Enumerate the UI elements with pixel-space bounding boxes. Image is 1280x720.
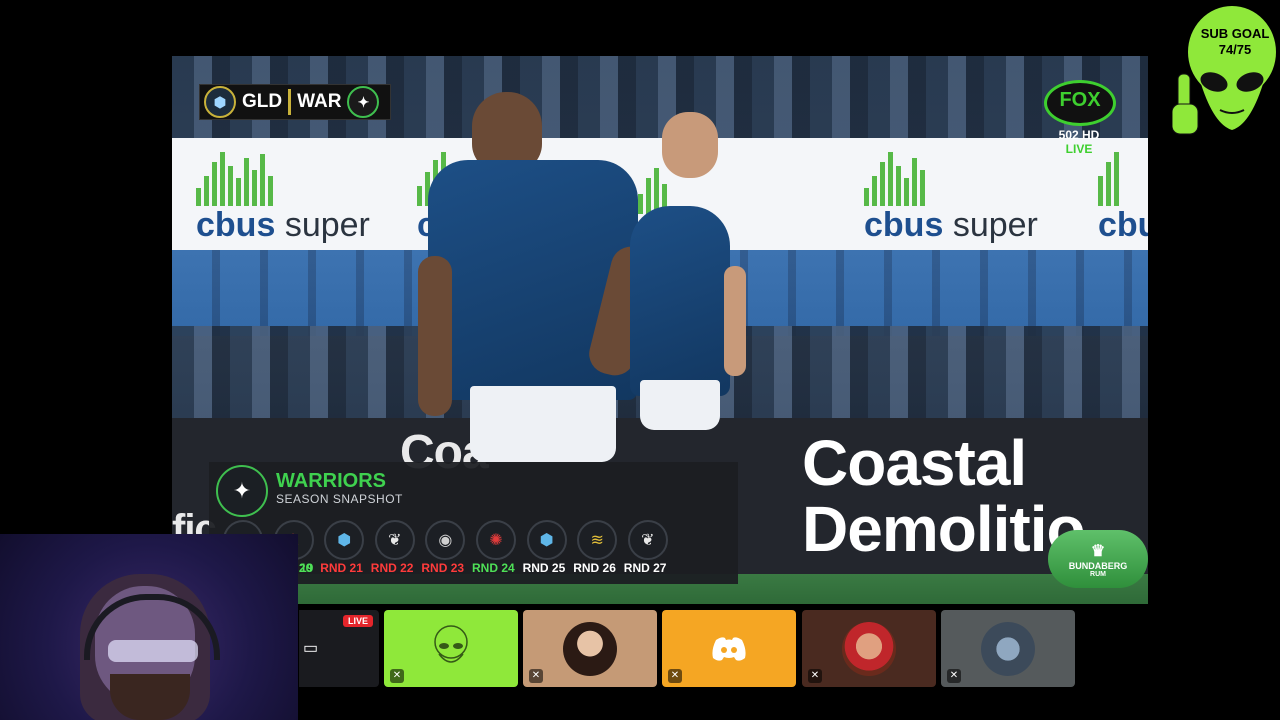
- player-2-head: [662, 112, 718, 178]
- dragon-icon: ✺: [476, 520, 516, 560]
- broadcaster-bug: FOX 502 HD LIVE: [1044, 80, 1116, 156]
- glasses-icon: [108, 640, 198, 662]
- away-team-code: WAR: [297, 91, 342, 112]
- fox-logo: FOX: [1044, 80, 1116, 126]
- round-label: RND 22: [370, 561, 414, 575]
- sub-goal-label: SUB GOAL: [1200, 26, 1270, 41]
- round-label: RND 21: [320, 561, 363, 575]
- participant-tile-1[interactable]: ✕: [523, 610, 657, 687]
- sub-goal-text: SUB GOAL 74/75: [1192, 26, 1278, 58]
- alien-tile[interactable]: ✕: [384, 610, 518, 687]
- cbus-logo-1: cbus super: [196, 152, 370, 245]
- sponsor-bug-sub: RUM: [1090, 570, 1106, 578]
- live-label: LIVE: [1065, 142, 1093, 156]
- round-label: RND 26: [573, 561, 616, 575]
- mic-off-icon[interactable]: ✕: [390, 669, 404, 683]
- discord-tile[interactable]: ✕: [662, 610, 796, 687]
- score-bug: ⬢ GLD WAR ✦: [199, 84, 391, 120]
- discord-icon: [712, 637, 746, 661]
- eel-icon: ≋: [577, 520, 618, 560]
- board-ad-text: Coastal Demolitio: [802, 427, 1086, 565]
- mic-off-icon[interactable]: ✕: [529, 669, 543, 683]
- round-label: RND 27: [623, 561, 667, 575]
- snapshot-team-name: WARRIORS: [276, 470, 386, 492]
- warriors-logo-icon: ✦: [216, 465, 268, 517]
- participant-avatar-1: [563, 621, 617, 676]
- player-1-arm: [418, 256, 452, 416]
- player-2-jersey: [630, 206, 730, 396]
- monitor-icon: ▭: [303, 640, 319, 657]
- live-badge: LIVE: [342, 615, 373, 627]
- titan-icon: ⬢: [526, 520, 567, 560]
- sponsor-bug-text: BUNDABERG: [1068, 560, 1128, 571]
- participant-avatar-2: [842, 621, 896, 676]
- titans-badge-icon: ⬢: [204, 86, 236, 118]
- cbus-logo-5: cbus: [1098, 152, 1148, 245]
- participant-tile-2[interactable]: ✕: [802, 610, 936, 687]
- participant-avatar-3: [981, 621, 1035, 676]
- round-label: RND 23: [421, 561, 465, 575]
- streamer-webcam: [0, 534, 298, 720]
- home-team-code: GLD: [242, 91, 283, 112]
- sponsor-bug: ♛ BUNDABERG RUM: [1048, 530, 1148, 588]
- alien-avatar-icon: [434, 625, 468, 663]
- alien-sub-goal-icon: [1172, 6, 1276, 135]
- mic-off-icon[interactable]: ✕: [668, 669, 682, 683]
- round-label: RND 25: [522, 561, 566, 575]
- warriors-badge-icon: ✦: [347, 86, 380, 118]
- snapshot-subtitle: SEASON SNAPSHOT: [276, 492, 403, 506]
- eagle-icon: ❦: [374, 520, 415, 560]
- screen-share-tile[interactable]: LIVE ▭: [299, 610, 379, 687]
- mic-off-icon[interactable]: ✕: [947, 669, 961, 683]
- participant-tile-3[interactable]: ✕: [941, 610, 1075, 687]
- eagle-icon: ❦: [627, 520, 668, 560]
- titan-icon: ⬢: [324, 520, 365, 560]
- cbus-logo-4: cbus super: [864, 152, 1038, 245]
- player-2-arm: [724, 266, 746, 376]
- channel-label: 502 HD: [1058, 128, 1100, 142]
- sub-goal-progress: 74/75: [1218, 42, 1252, 57]
- player-2-shorts: [640, 380, 720, 430]
- beard: [110, 674, 190, 720]
- mic-off-icon[interactable]: ✕: [808, 669, 822, 683]
- bear-icon: ♛: [1090, 542, 1106, 560]
- player-1-shorts: [470, 386, 616, 462]
- round-label: RND 24: [472, 561, 515, 575]
